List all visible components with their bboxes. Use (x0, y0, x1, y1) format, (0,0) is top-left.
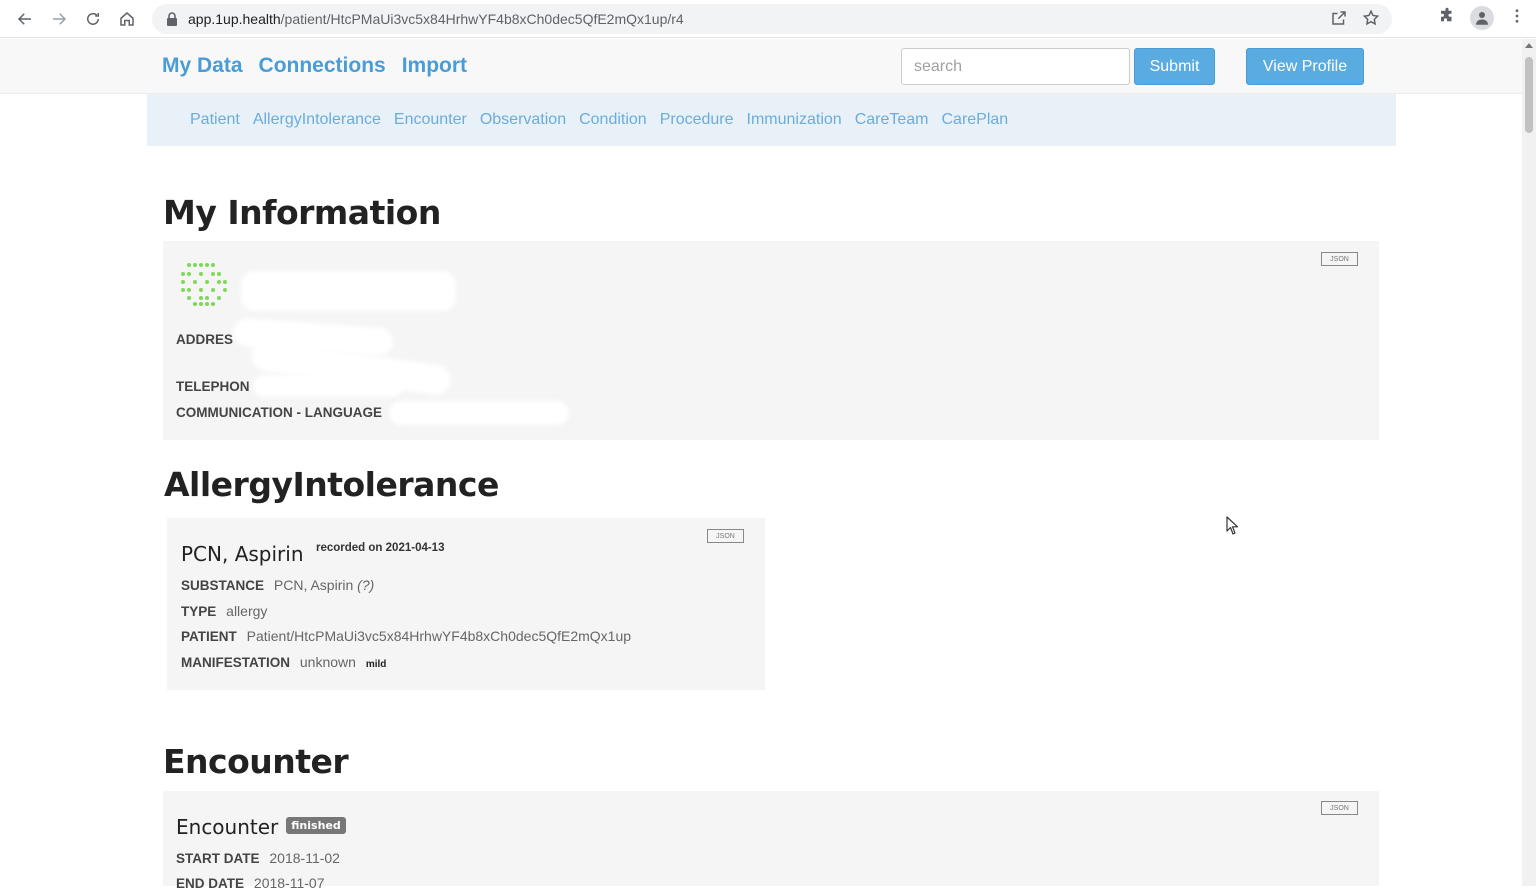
my-information-panel: JSON ADDRES TELEPHON COMMUNICATION - LAN… (163, 241, 1379, 440)
substance-label: SUBSTANCE (181, 578, 265, 593)
allergy-card: JSON PCN, Aspirin recorded on 2021-04-13… (167, 518, 765, 690)
submit-button[interactable]: Submit (1134, 48, 1215, 85)
severity-label: mild (365, 659, 387, 670)
view-profile-button[interactable]: View Profile (1246, 48, 1364, 85)
address-bar[interactable]: app.1up.health/patient/HtcPMaUi3vc5x84Hr… (152, 4, 1392, 34)
home-icon[interactable] (110, 2, 144, 36)
subnav-allergyintolerance[interactable]: AllergyIntolerance (253, 111, 381, 129)
start-date-label: START DATE (176, 851, 260, 866)
start-date-field: START DATE 2018-11-02 (176, 850, 340, 866)
scroll-up-arrow-icon[interactable] (1525, 43, 1533, 48)
subnav-procedure[interactable]: Procedure (660, 111, 734, 129)
allergy-heading: AllergyIntolerance (164, 465, 499, 504)
subnav-patient[interactable]: Patient (190, 111, 240, 129)
patient-value: Patient/HtcPMaUi3vc5x84HrhwYF4b8xCh0dec5… (246, 628, 632, 644)
substance-field: SUBSTANCE PCN, Aspirin (?) (181, 577, 374, 593)
extensions-icon[interactable] (1438, 7, 1456, 30)
main-nav: My Data Connections Import (162, 54, 467, 78)
type-label: TYPE (181, 604, 217, 619)
redaction-mark (389, 401, 569, 425)
menu-kebab-icon[interactable] (1508, 7, 1526, 30)
subnav-careteam[interactable]: CareTeam (855, 111, 929, 129)
encounter-card: JSON Encounter finished START DATE 2018-1… (163, 791, 1379, 891)
json-button[interactable]: JSON (707, 529, 744, 543)
language-label: COMMUNICATION - LANGUAGE (176, 405, 382, 420)
start-date-value: 2018-11-02 (269, 850, 340, 866)
back-icon[interactable] (8, 2, 42, 36)
encounter-title-text: Encounter (176, 815, 279, 839)
star-icon[interactable] (1362, 9, 1380, 30)
app-header: My Data Connections Import Submit View P… (0, 39, 1522, 94)
share-icon[interactable] (1330, 9, 1348, 30)
patient-avatar-icon (181, 263, 227, 306)
redaction-mark (253, 375, 403, 397)
type-value: allergy (226, 603, 268, 619)
redaction-mark (241, 271, 456, 311)
telephone-field: TELEPHON (176, 378, 256, 394)
page-scrollbar[interactable] (1522, 39, 1536, 886)
address-field: ADDRES (176, 331, 239, 347)
reload-icon[interactable] (76, 2, 110, 36)
address-label: ADDRES (176, 332, 234, 347)
forward-icon[interactable] (42, 2, 76, 36)
allergy-title: PCN, Aspirin (181, 542, 304, 566)
subnav-encounter[interactable]: Encounter (394, 111, 467, 129)
substance-value: PCN, Aspirin (273, 577, 354, 593)
type-field: TYPE allergy (181, 603, 267, 619)
nav-connections[interactable]: Connections (259, 54, 386, 78)
patient-label: PATIENT (181, 629, 237, 644)
recorded-date: recorded on 2021-04-13 (316, 542, 445, 554)
telephone-label: TELEPHON (176, 379, 250, 394)
subnav-immunization[interactable]: Immunization (747, 111, 842, 129)
encounter-title: Encounter finished (176, 815, 346, 839)
manifestation-label: MANIFESTATION (181, 655, 290, 670)
url-path: /patient/HtcPMaUi3vc5x84HrhwYF4b8xCh0dec… (280, 11, 684, 27)
scroll-thumb[interactable] (1525, 57, 1533, 133)
url-host: app.1up.health (188, 11, 281, 27)
subnav-condition[interactable]: Condition (579, 111, 647, 129)
encounter-heading: Encounter (163, 742, 349, 781)
json-button[interactable]: JSON (1321, 252, 1358, 266)
nav-import[interactable]: Import (402, 54, 467, 78)
subnav-observation[interactable]: Observation (480, 111, 566, 129)
search-input[interactable] (901, 48, 1130, 85)
lock-icon (166, 12, 178, 26)
end-date-field: END DATE 2018-11-07 (176, 875, 324, 891)
subnav-careplan[interactable]: CarePlan (942, 111, 1009, 129)
my-information-heading: My Information (163, 193, 441, 232)
end-date-value: 2018-11-07 (253, 875, 325, 891)
nav-my-data[interactable]: My Data (162, 54, 243, 78)
browser-toolbar: app.1up.health/patient/HtcPMaUi3vc5x84Hr… (0, 0, 1536, 38)
language-field: COMMUNICATION - LANGUAGE (176, 404, 388, 420)
profile-avatar-icon[interactable] (1470, 6, 1494, 30)
end-date-label: END DATE (176, 876, 245, 891)
manifestation-field: MANIFESTATION unknown mild (181, 654, 386, 670)
status-badge: finished (286, 817, 346, 834)
mouse-cursor-icon (1226, 516, 1239, 535)
json-button[interactable]: JSON (1321, 801, 1358, 815)
substance-code[interactable]: (?) (357, 577, 374, 593)
patient-field: PATIENT Patient/HtcPMaUi3vc5x84HrhwYF4b8… (181, 628, 631, 644)
resource-nav: Patient AllergyIntolerance Encounter Obs… (147, 94, 1396, 146)
manifestation-value: unknown (299, 654, 356, 670)
